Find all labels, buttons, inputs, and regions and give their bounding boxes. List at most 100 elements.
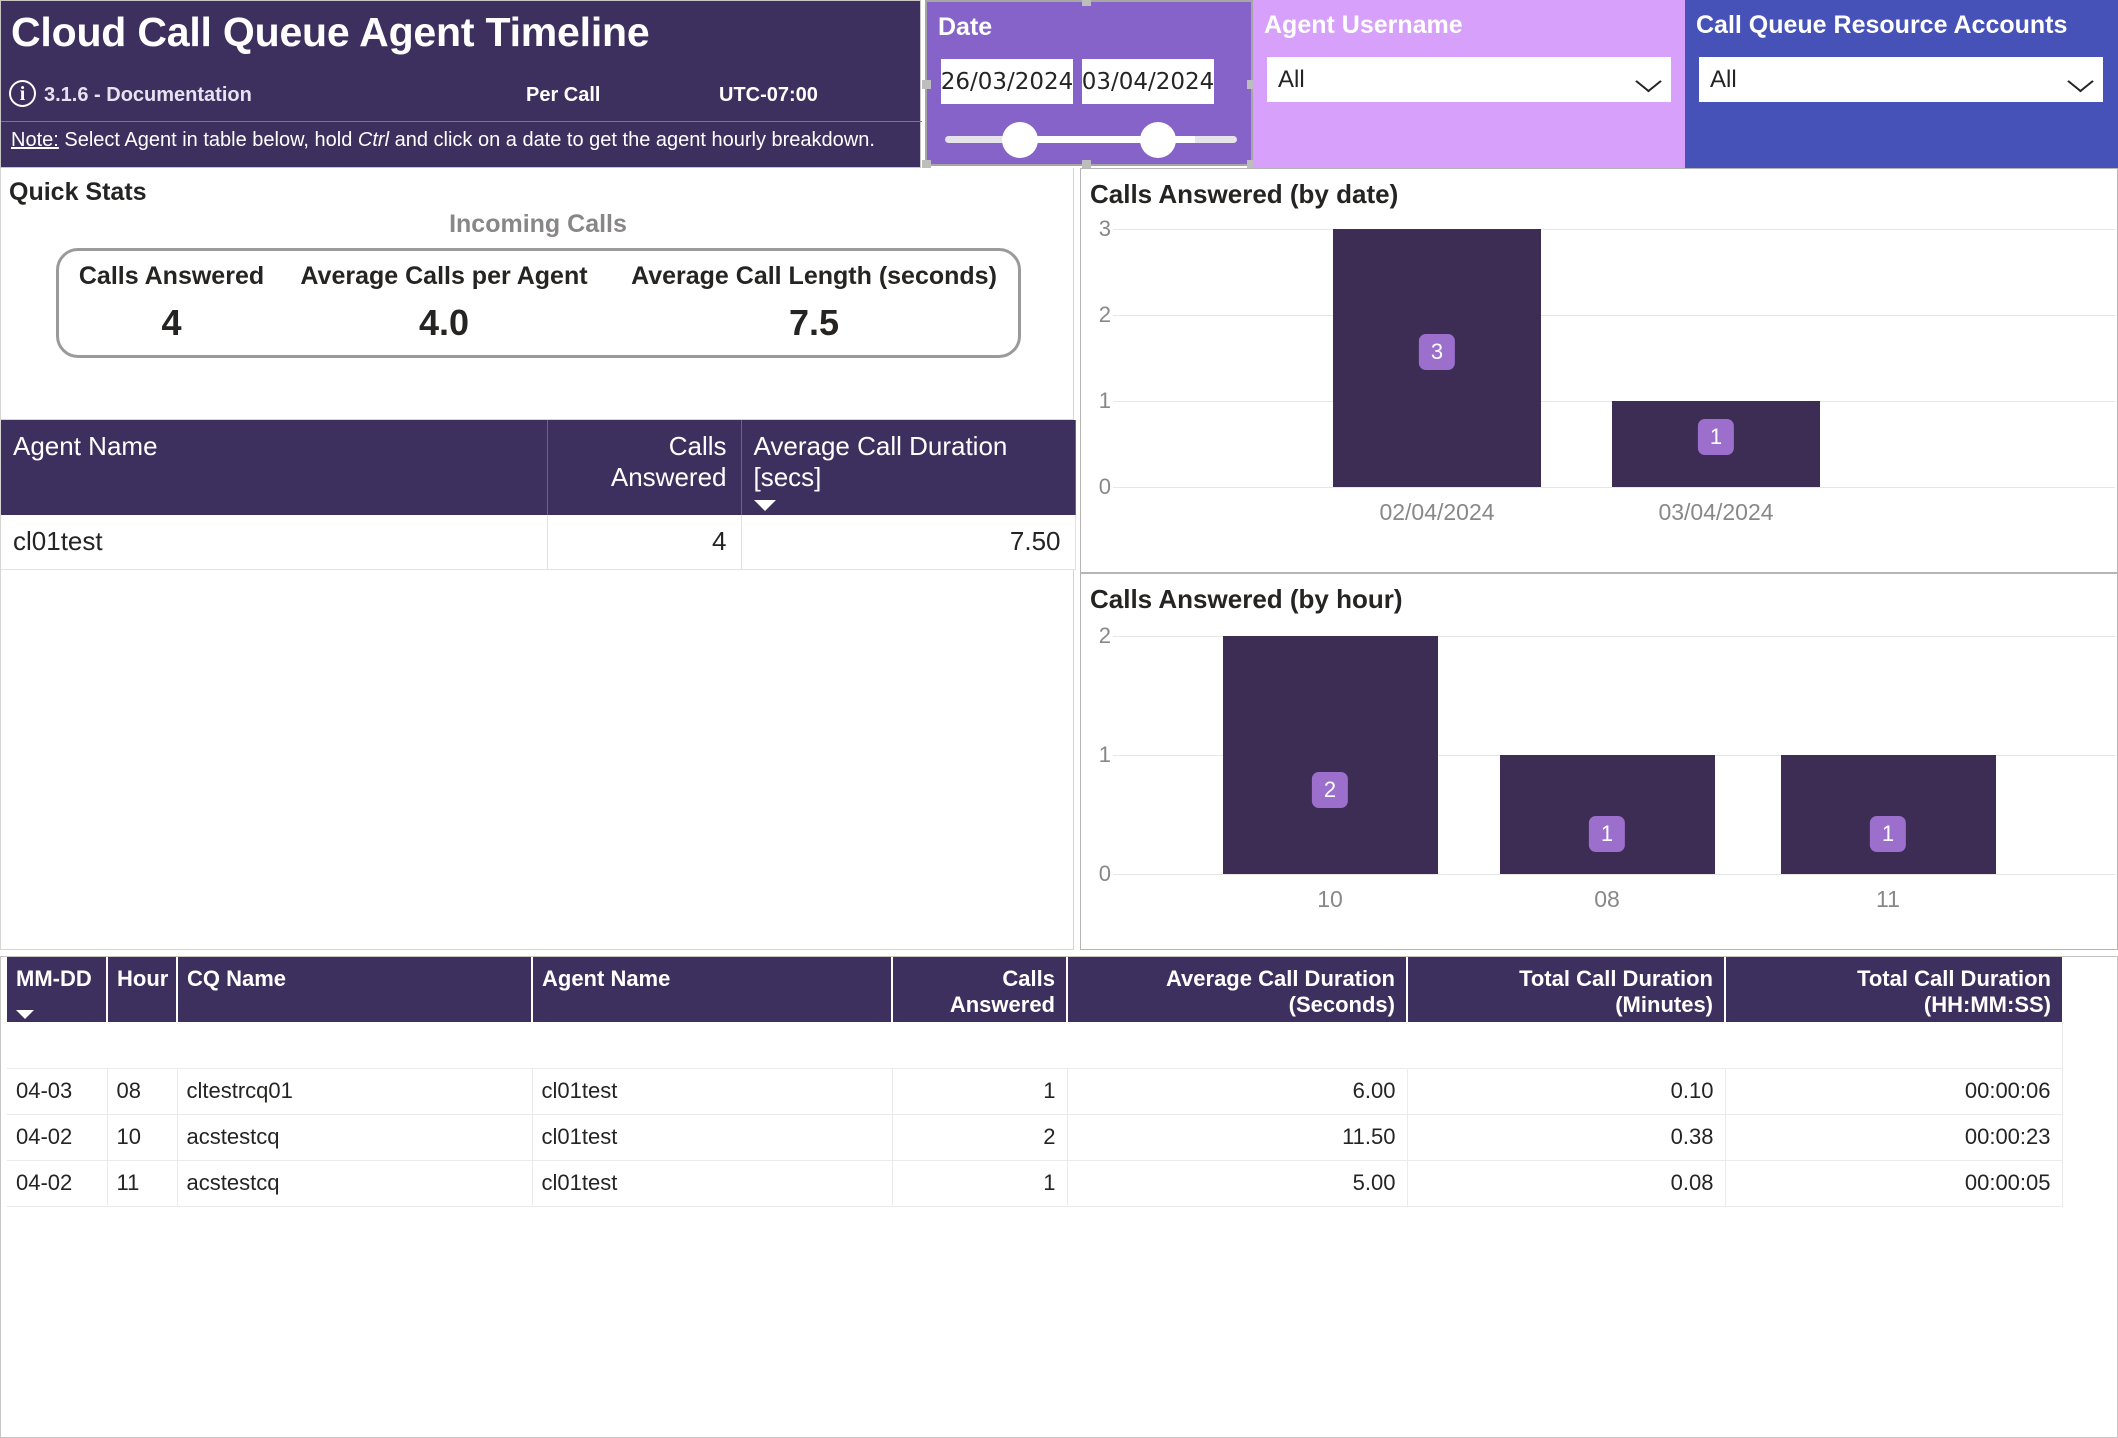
agent-username-slicer[interactable]: Agent Username All [1253, 0, 1685, 168]
y-axis-tick: 1 [1098, 742, 1111, 767]
date-end-input[interactable]: 03/04/2024 [1082, 59, 1214, 104]
call-detail-table[interactable]: MM-DD Hour CQ Name Agent Name Calls Answ… [7, 957, 2063, 1207]
cell-total-call-duration-hms[interactable]: 00:00:05 [1725, 1160, 2063, 1207]
cell-agent-name[interactable]: cl01test [532, 1114, 893, 1161]
y-axis-tick: 3 [1098, 216, 1111, 241]
cell-average-call-duration[interactable]: 7.50 [741, 515, 1076, 570]
column-header-hour[interactable]: Hour [107, 957, 178, 1022]
bar[interactable] [1223, 636, 1438, 874]
date-slicer[interactable]: Date 26/03/2024 03/04/2024 [922, 0, 1256, 169]
y-axis-tick: 2 [1098, 302, 1111, 327]
x-axis-tick: 11 [1876, 886, 1900, 912]
x-axis-tick: 08 [1594, 886, 1620, 912]
agent-username-dropdown[interactable]: All [1267, 57, 1671, 102]
y-axis-tick: 0 [1098, 861, 1111, 886]
cell-mm-dd[interactable]: 04-02 [7, 1114, 108, 1161]
slider-handle-end[interactable] [1140, 122, 1176, 158]
slider-handle-start[interactable] [1002, 122, 1038, 158]
y-axis-tick: 1 [1098, 388, 1111, 413]
table-header-row: MM-DD Hour CQ Name Agent Name Calls Answ… [7, 957, 2062, 1022]
date-range-inputs: 26/03/2024 03/04/2024 [941, 59, 1214, 104]
metric-calls-answered: Calls Answered 4 [59, 251, 284, 355]
column-header-calls-answered[interactable]: Calls Answered [892, 957, 1068, 1022]
cell-calls-answered[interactable]: 1 [892, 1160, 1068, 1207]
call-detail-table-panel[interactable]: MM-DD Hour CQ Name Agent Name Calls Answ… [0, 956, 2118, 1438]
x-axis-tick: 03/04/2024 [1658, 499, 1774, 525]
sort-descending-icon [753, 500, 776, 511]
incoming-calls-label: Incoming Calls [449, 210, 627, 238]
cell-agent-name[interactable]: cl01test [532, 1068, 893, 1115]
table-row[interactable]: 04-03 08 cltestrcq01 cl01test 1 6.00 0.1… [7, 1068, 2063, 1115]
cell-total-call-duration-minutes[interactable]: 0.10 [1407, 1068, 1726, 1115]
cell-cq-name[interactable]: acstestcq [177, 1114, 533, 1161]
note-part1: Select Agent in table below, hold [58, 129, 358, 151]
column-header-agent-name[interactable]: Agent Name [1, 420, 548, 515]
gridline [1113, 315, 2115, 316]
cell-mm-dd[interactable]: 04-03 [7, 1068, 108, 1115]
table-header-row: Agent Name Calls Answered Average Call D… [1, 420, 1076, 515]
metric-label: Average Call Length (seconds) [631, 262, 997, 290]
cell-avg-call-duration-seconds[interactable]: 5.00 [1067, 1160, 1408, 1207]
cell-avg-call-duration-seconds[interactable]: 11.50 [1067, 1114, 1408, 1161]
chart-calls-answered-by-hour[interactable]: Calls Answered (by hour) 2 1 0 2 10 1 08… [1080, 573, 2118, 950]
resize-grip-top[interactable] [1082, 0, 1091, 6]
page-title: Cloud Call Queue Agent Timeline [11, 9, 650, 55]
column-header-label: Average Call Duration [secs] [753, 431, 1008, 492]
column-header-mm-dd[interactable]: MM-DD [7, 957, 108, 1022]
note-prefix: Note: [11, 129, 59, 151]
cell-agent-name[interactable]: cl01test [532, 1160, 893, 1207]
column-header-total-call-duration-minutes[interactable]: Total Call Duration (Minutes) [1407, 957, 1726, 1022]
agent-summary-table[interactable]: Agent Name Calls Answered Average Call D… [0, 420, 1076, 950]
cell-agent-name[interactable]: cl01test [1, 515, 548, 570]
note-emphasis: Ctrl [357, 129, 390, 151]
metric-label: Average Calls per Agent [300, 262, 588, 290]
cell-mm-dd[interactable]: 04-02 [7, 1160, 108, 1207]
table-row[interactable]: 04-02 10 acstestcq cl01test 2 11.50 0.38… [7, 1114, 2063, 1161]
title-subrow: i 3.1.6 - Documentation Per Call UTC-07:… [1, 76, 920, 116]
column-header-total-call-duration-hms[interactable]: Total Call Duration (HH:MM:SS) [1725, 957, 2062, 1022]
metric-average-call-length: Average Call Length (seconds) 7.5 [604, 251, 1024, 355]
bar[interactable] [1781, 755, 1996, 874]
date-range-slider[interactable] [945, 119, 1237, 159]
cell-total-call-duration-hms[interactable]: 00:00:23 [1725, 1114, 2063, 1161]
column-header-cq-name[interactable]: CQ Name [177, 957, 533, 1022]
table-row[interactable]: cl01test 4 7.50 [1, 515, 1076, 570]
bar[interactable] [1500, 755, 1715, 874]
metric-label: Calls Answered [78, 262, 265, 290]
cell-total-call-duration-hms[interactable]: 00:00:06 [1725, 1068, 2063, 1115]
table-row[interactable]: 04-02 11 acstestcq cl01test 1 5.00 0.08 … [7, 1160, 2063, 1207]
column-header-calls-answered[interactable]: Calls Answered [547, 420, 742, 515]
cell-hour[interactable]: 08 [107, 1068, 178, 1115]
bar-value-label: 2 [1311, 772, 1349, 808]
cq-resource-accounts-slicer[interactable]: Call Queue Resource Accounts All [1685, 0, 2118, 168]
header-divider [1, 121, 922, 122]
metric-value: 4 [161, 302, 182, 343]
date-start-input[interactable]: 26/03/2024 [941, 59, 1073, 104]
chart-plot-area: 2 1 0 2 10 1 08 1 11 [1081, 574, 2117, 949]
cell-calls-answered[interactable]: 4 [547, 515, 742, 570]
agent-username-value: All [1278, 65, 1305, 93]
note-text: Note: Select Agent in table below, hold … [11, 129, 875, 152]
cell-calls-answered[interactable]: 1 [892, 1068, 1068, 1115]
cell-total-call-duration-minutes[interactable]: 0.38 [1407, 1114, 1726, 1161]
x-axis-tick: 10 [1317, 886, 1343, 912]
cell-cq-name[interactable]: cltestrcq01 [177, 1068, 533, 1115]
cell-calls-answered[interactable]: 2 [892, 1114, 1068, 1161]
gridline [1113, 229, 2115, 230]
cell-avg-call-duration-seconds[interactable]: 6.00 [1067, 1068, 1408, 1115]
cq-resource-accounts-dropdown[interactable]: All [1699, 57, 2103, 102]
chevron-down-icon [1639, 73, 1661, 86]
cell-total-call-duration-minutes[interactable]: 0.08 [1407, 1160, 1726, 1207]
column-header-average-call-duration[interactable]: Average Call Duration [secs] [741, 420, 1076, 515]
date-slicer-label: Date [938, 13, 993, 41]
cell-hour[interactable]: 10 [107, 1114, 178, 1161]
per-call-label: Per Call [526, 84, 601, 106]
cell-hour[interactable]: 11 [107, 1160, 178, 1207]
resize-grip-left[interactable] [922, 80, 931, 89]
metric-value: 4.0 [418, 302, 470, 343]
chart-calls-answered-by-date[interactable]: Calls Answered (by date) 3 2 1 0 3 02/04… [1080, 168, 2118, 573]
column-header-agent-name[interactable]: Agent Name [532, 957, 893, 1022]
cell-cq-name[interactable]: acstestcq [177, 1160, 533, 1207]
version-documentation-link[interactable]: 3.1.6 - Documentation [44, 84, 252, 107]
column-header-avg-call-duration-seconds[interactable]: Average Call Duration (Seconds) [1067, 957, 1408, 1022]
